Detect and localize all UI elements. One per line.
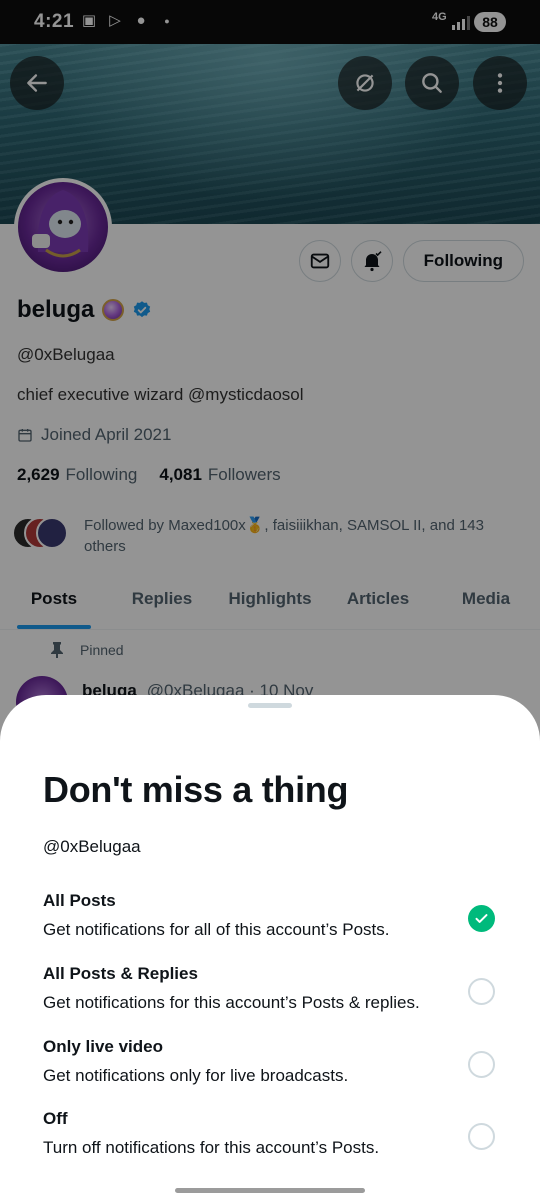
radio-unselected[interactable] <box>468 1123 495 1150</box>
radio-unselected[interactable] <box>468 1051 495 1078</box>
option-all-posts[interactable]: All Posts Get notifications for all of t… <box>0 891 540 957</box>
option-label: All Posts & Replies <box>43 964 198 983</box>
notification-settings-sheet: Don't miss a thing @0xBelugaa All Posts … <box>0 695 540 1200</box>
radio-unselected[interactable] <box>468 978 495 1005</box>
sheet-handle: @0xBelugaa <box>43 837 141 856</box>
option-description: Get notifications only for live broadcas… <box>43 1066 349 1085</box>
radio-selected[interactable] <box>468 905 495 932</box>
option-only-live-video[interactable]: Only live video Get notifications only f… <box>0 1037 540 1103</box>
sheet-grabber[interactable] <box>248 703 292 708</box>
option-label: Only live video <box>43 1037 163 1056</box>
sheet-title: Don't miss a thing <box>43 769 349 810</box>
option-description: Get notifications for all of this accoun… <box>43 920 390 939</box>
option-description: Turn off notifications for this account’… <box>43 1138 380 1157</box>
option-label: All Posts <box>43 891 116 910</box>
option-off[interactable]: Off Turn off notifications for this acco… <box>0 1109 540 1175</box>
option-label: Off <box>43 1109 68 1128</box>
option-all-posts-and-replies[interactable]: All Posts & Replies Get notifications fo… <box>0 964 540 1030</box>
checkmark-icon <box>475 914 488 923</box>
home-indicator[interactable] <box>175 1188 365 1193</box>
option-description: Get notifications for this account’s Pos… <box>43 993 420 1012</box>
